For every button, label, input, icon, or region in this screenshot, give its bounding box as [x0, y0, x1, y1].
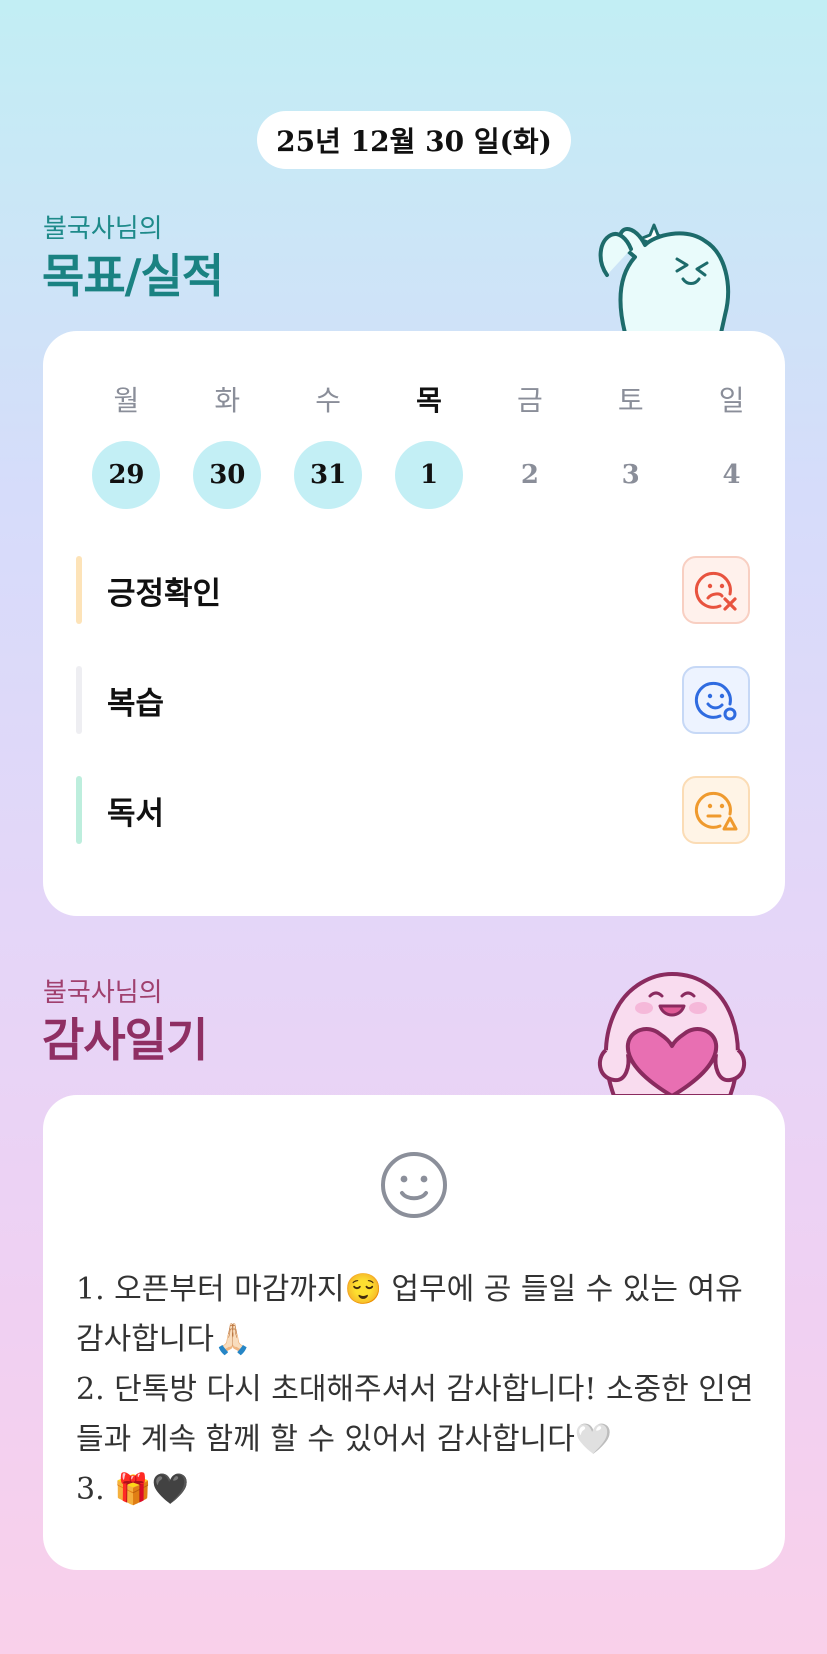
weekday-label: 일	[718, 384, 745, 417]
smile-check-icon[interactable]	[682, 666, 750, 734]
day-cell-today[interactable]: 1	[379, 441, 480, 509]
gratitude-entry: 1. 오픈부터 마감까지😌 업무에 공 들일 수 있는 여유 감사합니다🙏🏻	[76, 1272, 743, 1357]
weekday-label-today: 목	[416, 384, 442, 417]
date-pill[interactable]: 25년 12월 30 일(화)	[257, 111, 571, 169]
day-cell[interactable]: 31	[278, 441, 379, 509]
gratitude-title: 감사일기	[42, 1013, 208, 1067]
day-number-row: 29 30 31 1 2 3 4	[76, 441, 782, 509]
weekday-label: 화	[214, 384, 241, 417]
gratitude-card: 1. 오픈부터 마감까지😌 업무에 공 들일 수 있는 여유 감사합니다🙏🏻 2…	[43, 1095, 785, 1570]
weekday-label: 수	[315, 384, 342, 417]
gratitude-entries[interactable]: 1. 오픈부터 마감까지😌 업무에 공 들일 수 있는 여유 감사합니다🙏🏻 2…	[76, 1265, 756, 1515]
day-cell[interactable]: 29	[76, 441, 177, 509]
weekday-header-row: 월 화 수 목 금 토 일	[76, 379, 782, 419]
mascot-pink-heart-illustration	[597, 972, 747, 1096]
day-cell[interactable]: 30	[177, 441, 278, 509]
goal-label: 복습	[107, 685, 165, 722]
goal-row[interactable]: 독서	[76, 776, 750, 844]
day-cell[interactable]: 2	[479, 441, 580, 509]
day-cell[interactable]: 4	[681, 441, 782, 509]
gratitude-entry: 2. 단톡방 다시 초대해주셔서 감사합니다! 소중한 인연들과 계속 함께 할…	[76, 1372, 754, 1457]
goals-card: 월 화 수 목 금 토 일 29 30 31 1 2 3 4 긍정확인 복습 독…	[43, 331, 785, 916]
weekday-label: 월	[113, 384, 140, 417]
neutral-triangle-icon[interactable]	[682, 776, 750, 844]
frown-x-icon[interactable]	[682, 556, 750, 624]
goal-color-bar	[76, 556, 82, 624]
goals-title: 목표/실적	[42, 249, 224, 303]
goal-row[interactable]: 긍정확인	[76, 556, 750, 624]
weekday-label: 금	[516, 384, 543, 417]
goal-row[interactable]: 복습	[76, 666, 750, 734]
smile-icon[interactable]	[379, 1150, 449, 1220]
weekday-label: 토	[617, 384, 644, 417]
goal-label: 긍정확인	[107, 575, 222, 612]
goal-color-bar	[76, 666, 82, 734]
day-cell[interactable]: 3	[580, 441, 681, 509]
gratitude-entry: 3. 🎁🖤	[76, 1472, 189, 1507]
goal-color-bar	[76, 776, 82, 844]
goal-label: 독서	[107, 795, 165, 832]
mascot-teal-illustration	[598, 223, 730, 333]
